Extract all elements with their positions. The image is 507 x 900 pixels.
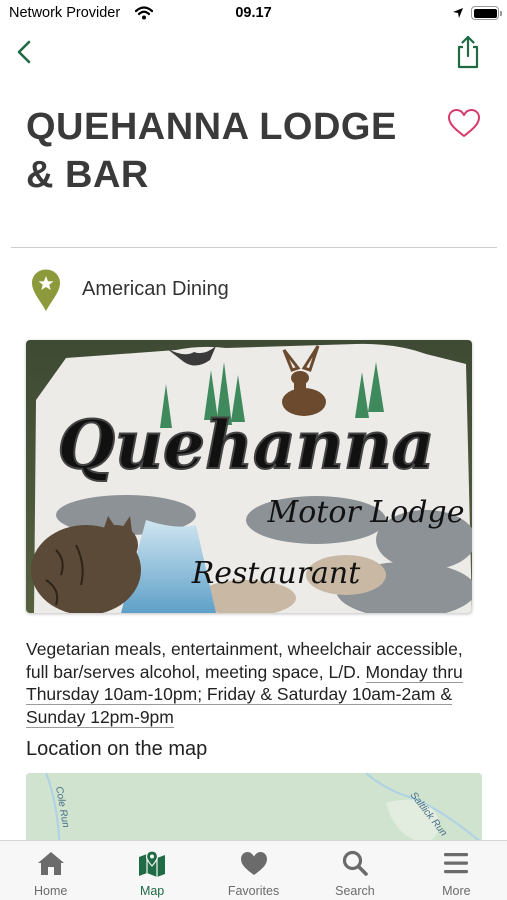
tab-more[interactable]: More	[406, 841, 507, 900]
sign-title-text: Quehanna	[58, 406, 435, 484]
tab-search-label: Search	[335, 884, 375, 898]
home-icon	[37, 852, 64, 875]
tab-map-label: Map	[139, 884, 165, 898]
status-bar: Network Provider 09.17	[0, 0, 507, 28]
tab-favorites[interactable]: Favorites	[203, 841, 304, 900]
place-photo: Quehanna Motor Lodge Restaurant	[26, 340, 472, 613]
tab-home-label: Home	[34, 884, 68, 898]
tab-map[interactable]: Map	[101, 841, 202, 900]
category-label: American Dining	[82, 278, 229, 300]
title-line-2: & BAR	[26, 154, 149, 196]
map-icon	[139, 850, 166, 877]
favorite-button[interactable]	[445, 106, 483, 140]
map-pin-star-icon	[32, 269, 60, 311]
category-row: American Dining	[26, 266, 476, 314]
tab-favorites-label: Favorites	[227, 884, 280, 898]
tab-search[interactable]: Search	[304, 841, 405, 900]
tab-home[interactable]: Home	[0, 841, 101, 900]
menu-icon	[444, 853, 469, 874]
page-title: QUEHANNA LODGE & BAR	[26, 103, 426, 199]
share-icon	[457, 35, 479, 69]
tab-more-label: More	[442, 884, 471, 898]
search-icon	[342, 850, 368, 876]
status-time: 09.17	[235, 5, 272, 21]
chevron-left-icon	[17, 40, 31, 64]
sign-bottom-text: Restaurant	[191, 556, 362, 591]
share-button[interactable]	[452, 34, 484, 70]
tab-bar: Home Map Favorites Search More	[0, 840, 507, 900]
location-arrow-icon	[453, 8, 463, 18]
place-description: Vegetarian meals, entertainment, wheelch…	[26, 638, 488, 728]
back-button[interactable]	[10, 36, 40, 68]
nav-bar	[0, 28, 507, 78]
title-line-1: QUEHANNA LODGE	[26, 106, 397, 148]
divider	[11, 247, 497, 248]
sign-subtitle-text: Motor Lodge	[267, 495, 465, 530]
battery-icon	[471, 6, 502, 20]
heart-outline-icon	[448, 109, 480, 137]
lodge-sign-image: Quehanna Motor Lodge Restaurant	[26, 340, 472, 613]
heart-icon	[240, 852, 267, 875]
map-heading: Location on the map	[26, 738, 208, 760]
